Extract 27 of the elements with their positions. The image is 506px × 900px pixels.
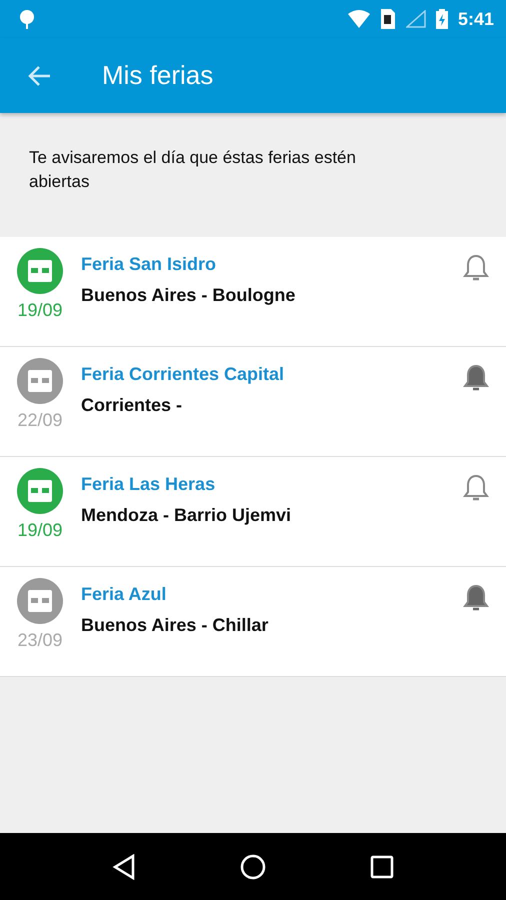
fair-name: Feria Las Heras bbox=[81, 474, 216, 495]
fair-row[interactable]: 19/09 Feria San Isidro Buenos Aires - Boulogne bbox=[0, 237, 506, 347]
fair-row[interactable]: 23/09 Feria Azul Buenos Aires - Chillar bbox=[0, 567, 506, 677]
fair-row[interactable]: 19/09 Feria Las Heras Mendoza - Barrio Ujemvi bbox=[0, 457, 506, 567]
fair-location: Mendoza - Barrio Ujemvi bbox=[81, 505, 292, 526]
bell-icon[interactable] bbox=[462, 583, 490, 613]
fair-name: Feria Azul bbox=[81, 584, 168, 605]
bell-icon[interactable] bbox=[462, 363, 490, 393]
fair-date: 19/09 bbox=[17, 300, 63, 321]
fair-row[interactable]: 22/09 Feria Corrientes Capital Corrientes - bbox=[0, 347, 506, 457]
signal-icon bbox=[406, 10, 426, 28]
battery-icon bbox=[436, 9, 448, 29]
fair-date: 23/09 bbox=[17, 630, 63, 651]
fair-name: Feria Corrientes Capital bbox=[81, 364, 286, 385]
wifi-icon bbox=[348, 10, 370, 28]
bell-icon[interactable] bbox=[462, 253, 490, 283]
bell-icon[interactable] bbox=[462, 473, 490, 503]
fair-location: Corrientes - bbox=[81, 395, 184, 416]
fair-date: 19/09 bbox=[17, 520, 63, 541]
screen-title: Mis ferias bbox=[102, 60, 214, 91]
sim-card-icon bbox=[380, 9, 396, 29]
fair-name: Feria San Isidro bbox=[81, 254, 218, 275]
fair-location: Buenos Aires - Chillar bbox=[81, 615, 270, 636]
status-time: 5:41 bbox=[458, 8, 494, 30]
notice-text: Te avisaremos el día que éstas ferias estén abiertas bbox=[28, 147, 357, 193]
fair-date: 22/09 bbox=[17, 410, 63, 431]
fair-location: Buenos Aires - Boulogne bbox=[81, 285, 296, 306]
